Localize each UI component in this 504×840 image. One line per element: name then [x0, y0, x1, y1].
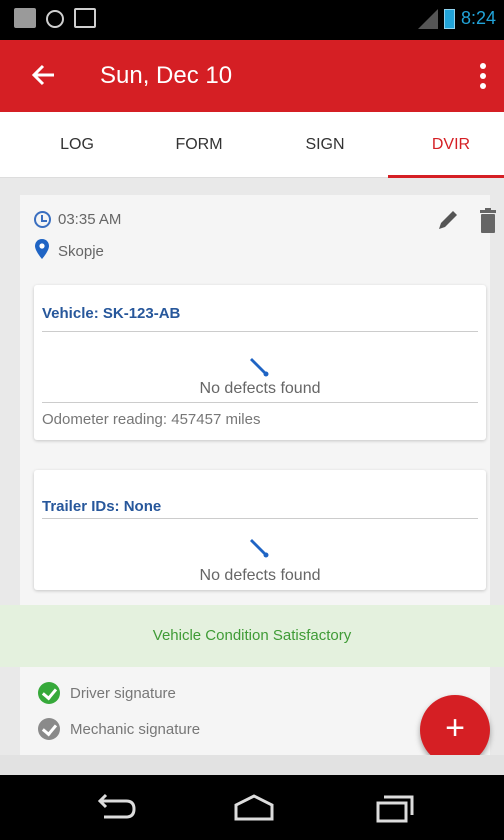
- tab-log[interactable]: LOG: [14, 112, 140, 178]
- driver-signature-label: Driver signature: [70, 684, 176, 702]
- report-location: Skopje: [58, 243, 104, 260]
- vehicle-heading: Vehicle: SK-123-AB: [42, 305, 181, 322]
- clock-icon: [34, 211, 51, 228]
- tab-sign[interactable]: SIGN: [262, 112, 388, 178]
- report-time: 03:35 AM: [58, 211, 122, 228]
- tab-form[interactable]: FORM: [136, 112, 262, 178]
- vehicle-section[interactable]: Vehicle: SK-123-AB No defects found Odom…: [34, 285, 486, 440]
- driver-signature-row[interactable]: Driver signature: [38, 682, 176, 704]
- system-nav-bar: [0, 775, 504, 840]
- back-nav-icon[interactable]: [92, 793, 136, 823]
- trailer-divider: [42, 518, 478, 519]
- page-title: Sun, Dec 10: [100, 62, 233, 89]
- trailer-no-defects: No defects found: [199, 567, 321, 584]
- circle-icon: [46, 9, 64, 28]
- app-bar: Sun, Dec 10: [0, 40, 504, 112]
- odometer-reading: Odometer reading: 457457 miles: [42, 411, 261, 428]
- check-circle-icon: [38, 682, 60, 704]
- tab-indicator: [388, 175, 504, 178]
- mail-icon: [74, 8, 96, 28]
- location-pin-icon: [35, 239, 49, 259]
- back-arrow-icon[interactable]: [30, 60, 58, 90]
- delete-trash-icon[interactable]: [478, 208, 498, 234]
- status-bar: 8:24: [0, 0, 504, 40]
- home-nav-icon[interactable]: [232, 793, 276, 823]
- signal-icon: [417, 8, 438, 29]
- trailer-section[interactable]: Trailer IDs: None No defects found: [34, 470, 486, 590]
- wrench-icon: [250, 358, 269, 377]
- edit-pencil-icon[interactable]: [436, 208, 460, 232]
- mechanic-signature-label: Mechanic signature: [70, 720, 201, 738]
- vehicle-divider: [42, 331, 478, 332]
- tab-dvir[interactable]: DVIR: [388, 112, 504, 178]
- status-time: 8:24: [460, 8, 496, 28]
- more-vert-icon[interactable]: [476, 58, 490, 94]
- battery-icon: [443, 8, 455, 29]
- tab-bar: LOG FORM SIGN DVIR: [0, 112, 504, 178]
- trailer-heading: Trailer IDs: None: [42, 498, 162, 515]
- mechanic-signature-row[interactable]: Mechanic signature: [38, 718, 200, 740]
- vehicle-no-defects: No defects found: [199, 380, 321, 397]
- list-bottom-edge: [0, 755, 504, 775]
- message-icon: [14, 8, 36, 28]
- condition-banner: Vehicle Condition Satisfactory: [0, 605, 504, 667]
- recents-nav-icon[interactable]: [372, 793, 416, 823]
- vehicle-divider-2: [42, 402, 478, 403]
- check-circle-icon: [38, 718, 60, 740]
- wrench-icon: [250, 539, 269, 558]
